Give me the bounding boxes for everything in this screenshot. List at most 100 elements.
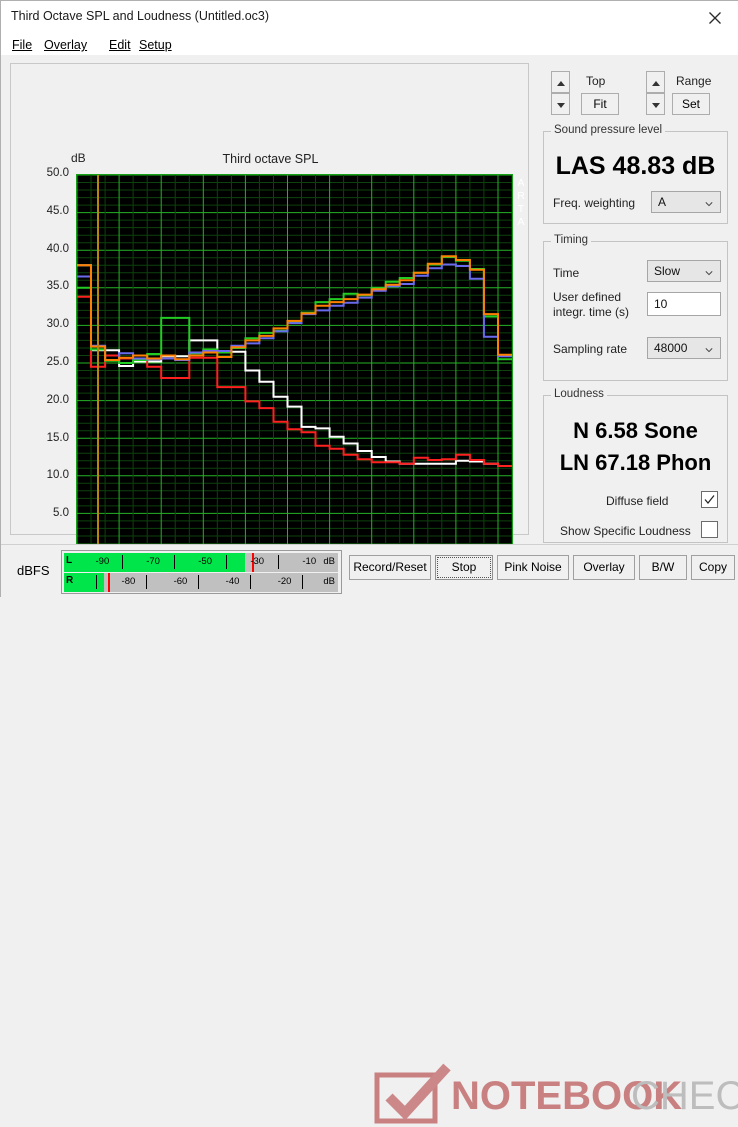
y-axis-tick: 10.0 (46, 469, 69, 482)
time-select[interactable]: Slow (647, 260, 721, 282)
copy-button[interactable]: Copy (691, 555, 735, 580)
level-meter-right-peak (107, 573, 110, 592)
top-spinner[interactable] (551, 71, 570, 115)
checkmark-icon (704, 495, 715, 504)
level-meter-tick-mark (121, 555, 123, 569)
plot-area[interactable] (76, 174, 513, 552)
loudness-group: Loudness N 6.58 Sone LN 67.18 Phon Diffu… (543, 388, 728, 543)
notebookcheck-watermark: NOTEBOOK CHECK (374, 1063, 738, 1124)
menu-file[interactable]: File (9, 37, 35, 53)
close-button[interactable] (693, 1, 738, 33)
level-meter-tick: -60 (173, 576, 188, 587)
record-reset-button[interactable]: Record/Reset (349, 555, 431, 580)
sampling-rate-select[interactable]: 48000 (647, 337, 721, 359)
y-axis-tick: 20.0 (46, 393, 69, 406)
level-meter-tick: -20 (277, 576, 292, 587)
level-meter-right: R dB -80 -60 -40 -20 (64, 573, 338, 592)
level-meter-left: L dB -90 -70 -50 -30 -10 (64, 553, 338, 572)
close-icon (709, 12, 721, 24)
show-specific-loudness-checkbox[interactable] (701, 521, 718, 538)
chart-panel: Third octave SPL dB 0.05.010.015.020.025… (10, 63, 529, 589)
y-axis-tick: 45.0 (46, 204, 69, 217)
integr-time-label-line1: User defined (553, 290, 622, 304)
sampling-rate-label: Sampling rate (553, 342, 628, 356)
dbfs-label: dBFS (17, 563, 50, 578)
spl-group-label: Sound pressure level (551, 124, 666, 136)
range-spinner-down[interactable] (646, 93, 665, 115)
spl-value: LAS 48.83 dB (555, 152, 716, 180)
bottom-bar: dBFS L dB -90 -70 -50 -30 -10 R dB -80 -60 -40… (1, 544, 738, 1124)
menu-setup[interactable]: Setup (136, 37, 175, 53)
range-spinner-up[interactable] (646, 71, 665, 93)
loudness-phon-value: LN 67.18 Phon (559, 450, 712, 475)
chevron-down-icon (705, 348, 713, 353)
diffuse-field-checkbox[interactable] (701, 491, 718, 508)
timing-group-label: Timing (551, 234, 592, 246)
y-axis-tick: 5.0 (53, 507, 69, 520)
diffuse-field-label: Diffuse field (606, 494, 669, 508)
loudness-sone-value: N 6.58 Sone (573, 418, 698, 443)
level-meter-tick-mark (146, 575, 148, 589)
b-w-button[interactable]: B/W (639, 555, 687, 580)
level-meter-tick-mark (302, 575, 304, 589)
chart-title: Third octave SPL (222, 152, 319, 166)
title-bar: Third Octave SPL and Loudness (Untitled.… (1, 1, 738, 34)
level-meter-tick-mark (250, 575, 252, 589)
side-panel: Top Fit Range Set Sound pressure level L… (541, 63, 730, 543)
level-meter-tick: -70 (146, 556, 160, 567)
integr-time-value: 10 (654, 297, 668, 311)
y-axis-tick: 25.0 (46, 356, 69, 368)
overlay-button[interactable]: Overlay (573, 555, 635, 580)
y-axis-unit-label: dB (71, 151, 86, 165)
level-meter[interactable]: L dB -90 -70 -50 -30 -10 R dB -80 -60 -40 -20 (61, 550, 342, 594)
y-axis-tick: 30.0 (46, 318, 69, 331)
freq-weighting-value: A (658, 195, 667, 209)
level-meter-tick-mark (95, 575, 97, 589)
sampling-rate-value: 48000 (654, 341, 688, 355)
level-meter-tick: -80 (121, 576, 136, 587)
stop-button[interactable]: Stop (435, 555, 493, 580)
level-meter-left-channel: L (66, 555, 73, 566)
level-meter-tick: -40 (225, 576, 240, 587)
level-meter-left-unit: dB (323, 556, 335, 567)
level-meter-tick: -90 (95, 556, 110, 567)
timing-group: Timing Time Slow User defined integr. ti… (543, 234, 728, 381)
level-meter-right-unit: dB (323, 576, 335, 587)
chevron-up-icon (652, 81, 660, 86)
freq-weighting-label: Freq. weighting (553, 196, 636, 210)
y-axis-tick: 50.0 (46, 167, 69, 179)
pink-noise-button[interactable]: Pink Noise (497, 555, 569, 580)
body-area: Third octave SPL dB 0.05.010.015.020.025… (1, 55, 738, 589)
chevron-down-icon (652, 103, 660, 108)
menu-bar: File Overlay Edit Setup (1, 34, 738, 55)
range-spinner[interactable] (646, 71, 665, 115)
chevron-down-icon (557, 103, 565, 108)
show-specific-loudness-label: Show Specific Loudness (560, 524, 691, 538)
set-button[interactable]: Set (672, 93, 710, 115)
level-meter-right-channel: R (66, 575, 74, 586)
level-meter-tick-mark (173, 555, 175, 569)
watermark-bold-text: NOTEBOOK (451, 1074, 682, 1118)
arta-third-octave-window: Third Octave SPL and Loudness (Untitled.… (0, 0, 738, 1124)
level-meter-tick-mark (277, 555, 279, 569)
menu-overlay[interactable]: Overlay (41, 37, 90, 53)
freq-weighting-select[interactable]: A (651, 191, 721, 213)
time-label: Time (553, 266, 580, 280)
top-spinner-down[interactable] (551, 93, 570, 115)
chevron-down-icon (705, 202, 713, 207)
menu-edit[interactable]: Edit (106, 37, 134, 53)
page-title: Third Octave SPL and Loudness (Untitled.… (11, 9, 270, 23)
y-axis-tick: 40.0 (46, 242, 69, 255)
level-meter-tick: -50 (198, 556, 212, 567)
fit-button[interactable]: Fit (581, 93, 619, 115)
spl-group: Sound pressure level LAS 48.83 dB Freq. … (543, 124, 728, 224)
level-meter-tick-mark (225, 555, 227, 569)
integr-time-input[interactable]: 10 (647, 292, 721, 316)
top-spinner-up[interactable] (551, 71, 570, 93)
level-meter-tick: -30 (250, 556, 265, 567)
integr-time-label-line2: integr. time (s) (553, 305, 630, 319)
y-axis-tick: 15.0 (46, 431, 69, 444)
level-meter-tick: -10 (302, 556, 317, 567)
level-meter-tick-mark (198, 575, 200, 589)
watermark-light-text: CHECK (631, 1074, 738, 1118)
